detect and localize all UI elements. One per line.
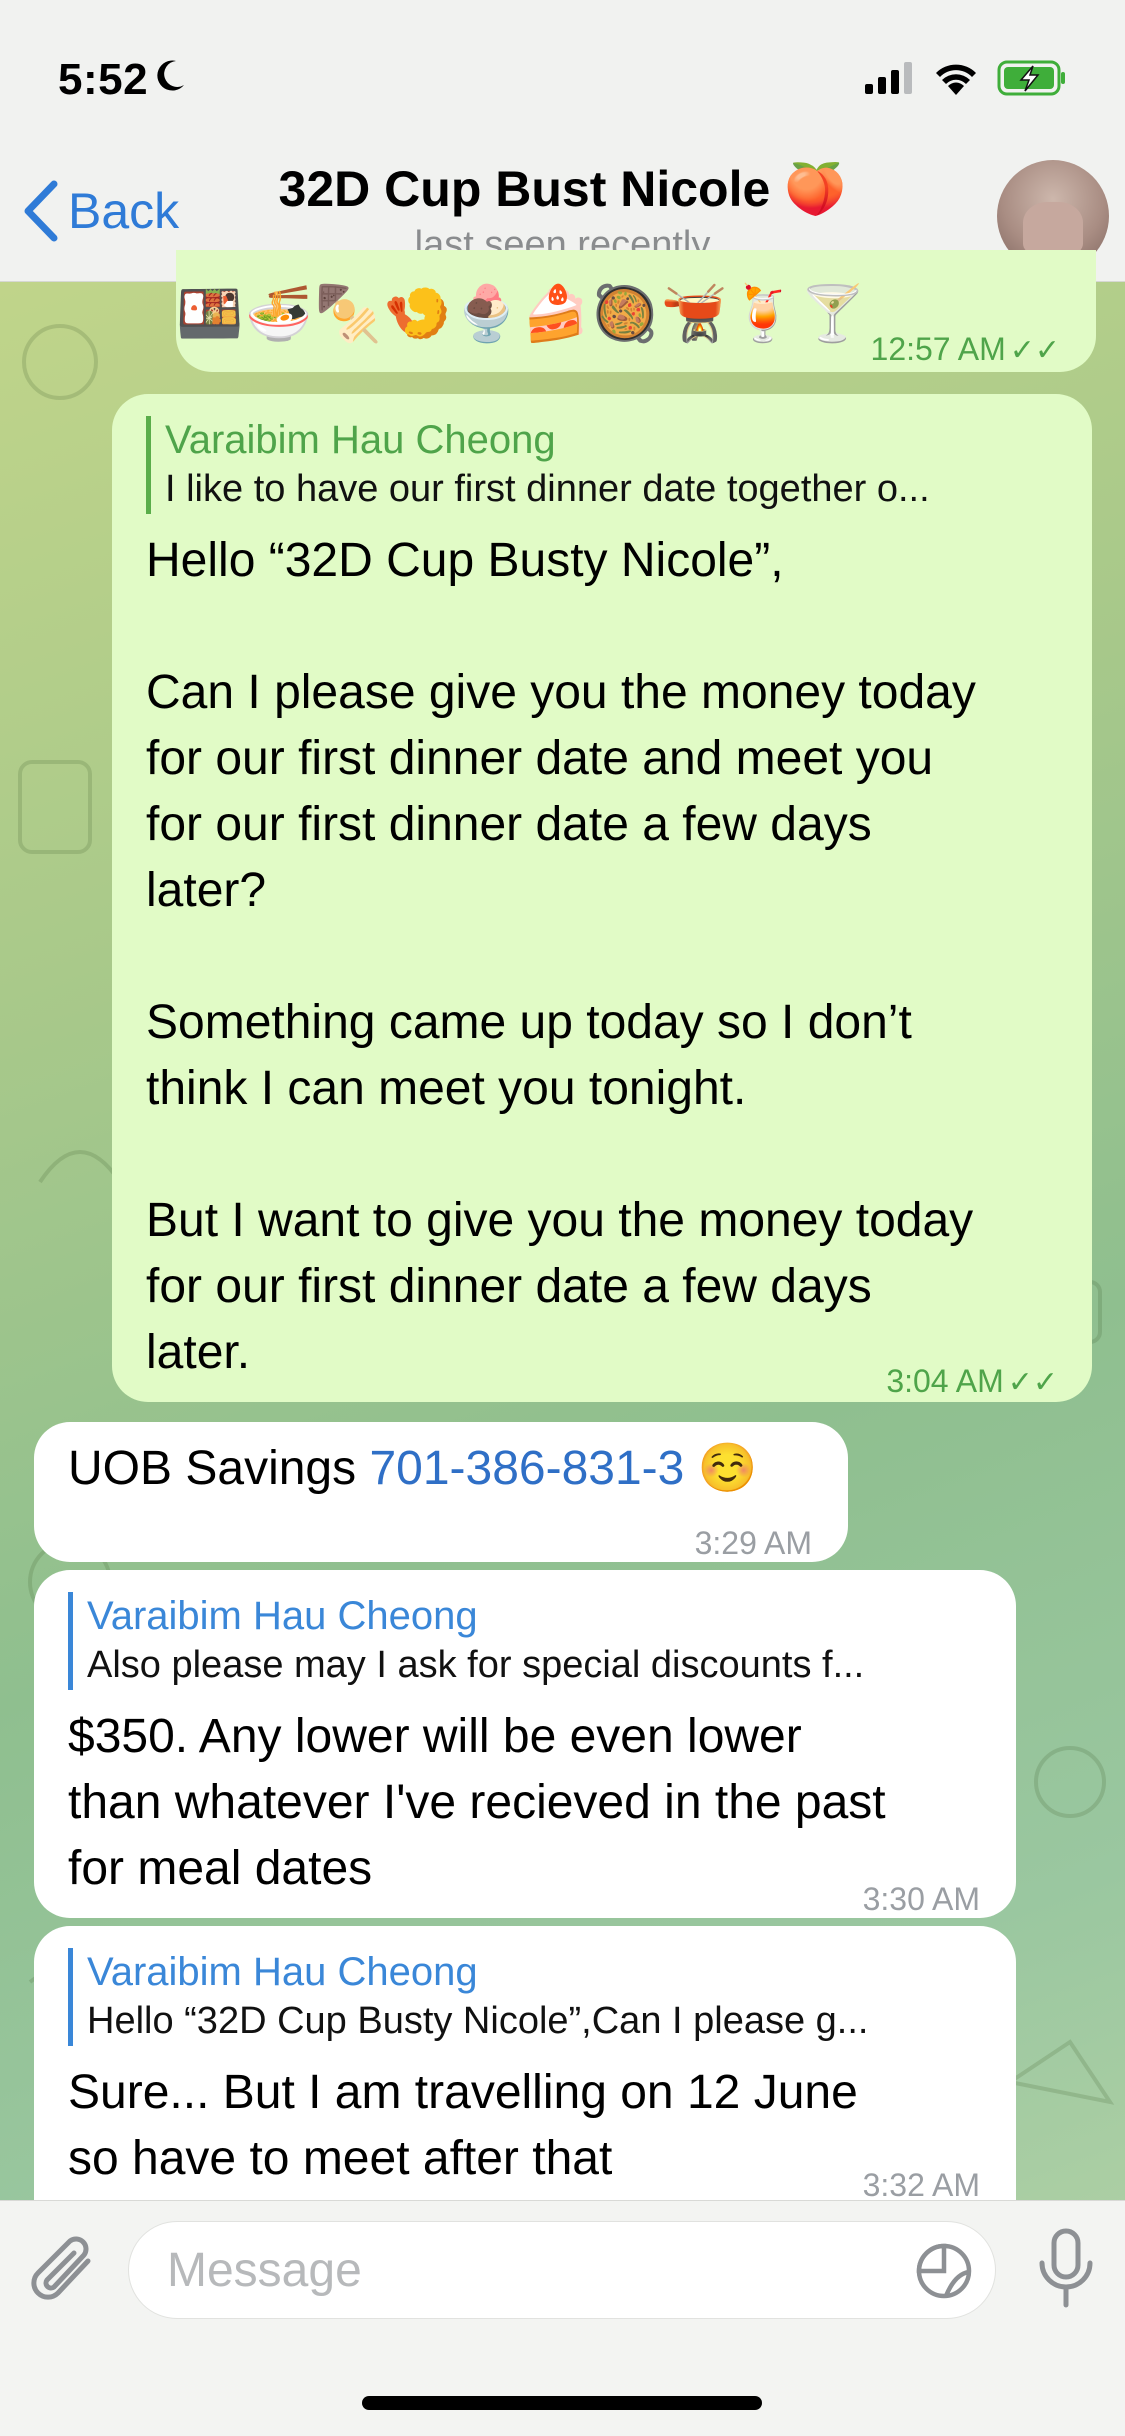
top-bar: 5:52 Back 32D Cup Bust Nicole 🍑 last see… — [0, 0, 1125, 282]
message-bubble-outgoing[interactable]: 🍱🍜🍢🍤🍨🍰🥘🫕🍹🍸 12:57 AM ✓✓ — [176, 250, 1096, 372]
battery-charging-icon — [997, 60, 1065, 96]
wifi-icon — [936, 64, 976, 95]
message-bubble-incoming[interactable]: Varaibim Hau Cheong Also please may I as… — [34, 1570, 1016, 1918]
message-text: Hello “32D Cup Busty Nicole”, Can I plea… — [146, 534, 976, 1379]
reply-quote[interactable]: Varaibim Hau Cheong Hello “32D Cup Busty… — [68, 1948, 988, 2046]
reply-author: Varaibim Hau Cheong — [87, 1950, 478, 1994]
message-time: 3:30 AM — [862, 1881, 980, 1917]
reply-author: Varaibim Hau Cheong — [165, 418, 556, 462]
message-bubble-outgoing[interactable]: Varaibim Hau Cheong I like to have our f… — [112, 394, 1092, 1402]
reply-author: Varaibim Hau Cheong — [87, 1594, 478, 1638]
moon-icon — [156, 59, 186, 102]
account-number-link[interactable]: 701-386-831-3 — [369, 1442, 684, 1495]
reply-snippet: I like to have our first dinner date tog… — [165, 468, 930, 510]
message-bubble-incoming[interactable]: UOB Savings 701-386-831-3 ☺️ 3:29 AM — [34, 1422, 848, 1562]
reply-quote[interactable]: Varaibim Hau Cheong I like to have our f… — [146, 416, 1066, 514]
sticker-icon[interactable] — [915, 2242, 973, 2300]
message-text: UOB Savings 701-386-831-3 ☺️ — [68, 1442, 758, 1495]
message-time: 12:57 AM ✓✓ — [870, 331, 1060, 367]
paperclip-icon[interactable] — [30, 2231, 102, 2309]
message-input[interactable] — [167, 2222, 887, 2318]
reply-snippet: Hello “32D Cup Busty Nicole”,Can I pleas… — [87, 2000, 869, 2042]
message-time: 3:04 AM ✓✓ — [886, 1363, 1058, 1399]
cellular-signal-icon — [865, 62, 912, 94]
microphone-icon[interactable] — [1035, 2227, 1097, 2311]
double-check-icon: ✓✓ — [1007, 1366, 1058, 1399]
message-text: Sure... But I am travelling on 12 June s… — [68, 2066, 858, 2185]
home-indicator — [362, 2396, 762, 2410]
message-time: 3:29 AM — [694, 1525, 812, 1561]
message-text: $350. Any lower will be even lower than … — [68, 1710, 886, 1895]
status-icons — [865, 60, 1067, 96]
chat-title[interactable]: 32D Cup Bust Nicole 🍑 — [0, 160, 1125, 219]
message-text: 🍱🍜🍢🍤🍨🍰🥘🫕🍹🍸 — [176, 284, 869, 344]
double-check-icon: ✓✓ — [1009, 334, 1060, 367]
reply-quote[interactable]: Varaibim Hau Cheong Also please may I as… — [68, 1592, 988, 1690]
message-field[interactable] — [128, 2221, 996, 2319]
reply-snippet: Also please may I ask for special discou… — [87, 1644, 865, 1686]
message-bubble-incoming[interactable]: Varaibim Hau Cheong Hello “32D Cup Busty… — [34, 1926, 1016, 2203]
status-time: 5:52 — [58, 55, 186, 105]
